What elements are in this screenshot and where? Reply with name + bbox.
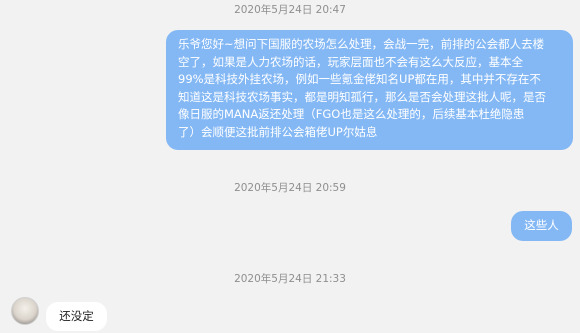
message-line: 99%是科技外挂农场，例如一些氪金佬知名UP都在用，其中并不存在不 xyxy=(178,72,541,86)
message-line: 乐爷您好~想问下国服的农场怎么处理，会战一完，前排的公会都人去楼 xyxy=(178,37,545,51)
message-line: 这些人 xyxy=(524,218,559,232)
message-line: 还没定 xyxy=(59,309,94,323)
outgoing-message-bubble[interactable]: 这些人 xyxy=(511,211,572,241)
message-timestamp: 2020年5月24日 20:59 xyxy=(234,182,346,194)
outgoing-message-bubble[interactable]: 乐爷您好~想问下国服的农场怎么处理，会战一完，前排的公会都人去楼 空了，如果是人… xyxy=(166,30,573,150)
message-line: 空了，如果是人力农场的话，玩家层面也不会有这么大反应，基本全 xyxy=(178,54,523,69)
message-timestamp: 2020年5月24日 20:47 xyxy=(234,4,346,16)
message-line: 知道这是科技农场事实，都是明知孤行，那么是否会处理这批人呢，是否 xyxy=(178,89,546,104)
message-timestamp: 2020年5月24日 21:33 xyxy=(234,273,346,285)
user-avatar[interactable] xyxy=(11,297,39,325)
incoming-message-bubble[interactable]: 还没定 xyxy=(46,302,107,331)
message-line: 像日服的MANA返还处理（FGO也是这么处理的，后续基本杜绝隐患 xyxy=(178,107,525,121)
message-line: 了）会顺便这批前排公会箱佬UP尔姑息 xyxy=(178,124,378,139)
